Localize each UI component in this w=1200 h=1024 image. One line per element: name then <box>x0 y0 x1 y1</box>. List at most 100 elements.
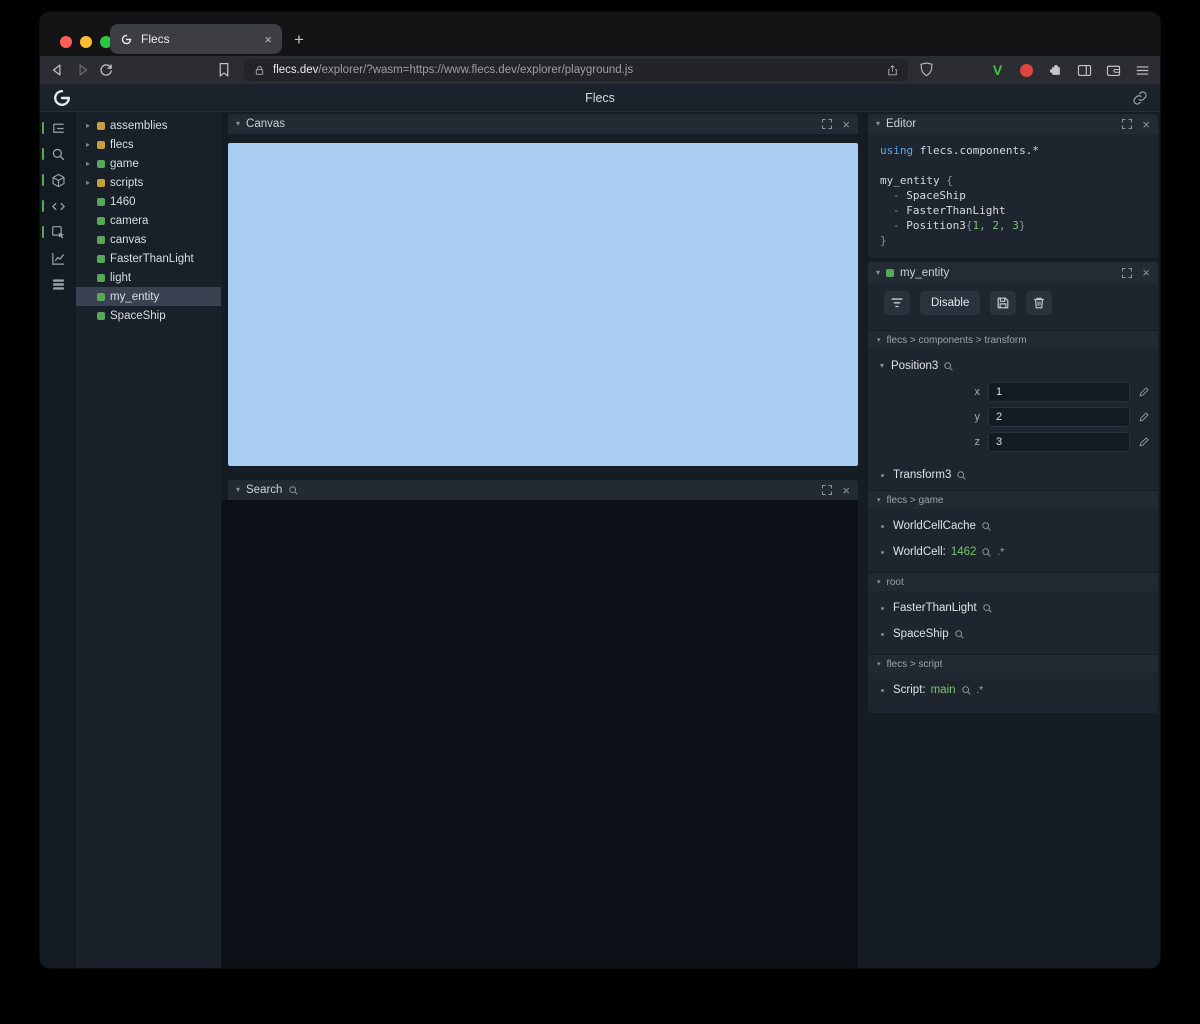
active-indicator <box>42 122 44 134</box>
sidebar-item-inspector[interactable] <box>40 219 76 245</box>
extensions-puzzle-icon[interactable] <box>1047 62 1064 79</box>
active-indicator <box>42 200 44 212</box>
sidebar-item-editor[interactable] <box>40 193 76 219</box>
sidebar-item-stats[interactable] <box>40 271 76 297</box>
disable-button[interactable]: Disable <box>920 291 981 315</box>
component-row-position3[interactable]: ▾ Position3 <box>868 353 1158 379</box>
delete-button[interactable] <box>1026 291 1053 315</box>
editor-content[interactable]: using flecs.components.* my_entity { - S… <box>868 134 1158 258</box>
expand-icon[interactable] <box>1121 267 1133 279</box>
caret-icon[interactable]: ▾ <box>878 362 886 370</box>
tree-item-fasterthanlight[interactable]: FasterThanLight <box>76 249 221 268</box>
share-icon[interactable] <box>886 64 899 77</box>
tree-item-scripts[interactable]: ▸ scripts <box>76 173 221 192</box>
close-icon[interactable]: × <box>842 484 850 497</box>
tab-close-icon[interactable]: × <box>264 33 272 46</box>
v-extension-icon[interactable]: V <box>989 62 1006 79</box>
bookmark-button[interactable] <box>215 61 233 79</box>
section-header-transform[interactable]: ▾ flecs > components > transform <box>868 331 1158 349</box>
component-row-worldcellcache[interactable]: WorldCellCache <box>868 513 1158 539</box>
component-row-transform3[interactable]: Transform3 <box>868 462 1158 488</box>
reload-button[interactable] <box>97 61 115 79</box>
caret-icon[interactable]: ▾ <box>236 120 240 128</box>
sidebar-item-charts[interactable] <box>40 245 76 271</box>
forward-button[interactable] <box>73 61 91 79</box>
search-icon[interactable] <box>961 685 972 696</box>
position3-y-input[interactable] <box>988 406 1130 427</box>
link-icon <box>1132 90 1148 106</box>
canvas-viewport[interactable] <box>228 143 858 466</box>
save-button[interactable] <box>990 291 1017 315</box>
tree-item-spaceship[interactable]: SpaceShip <box>76 306 221 325</box>
new-tab-button[interactable]: + <box>294 31 304 48</box>
close-icon[interactable]: × <box>1142 118 1150 131</box>
search-icon[interactable] <box>954 629 965 640</box>
component-row-spaceship[interactable]: SpaceShip <box>868 621 1158 647</box>
menu-icon[interactable] <box>1134 62 1151 79</box>
forward-icon <box>73 61 91 79</box>
edit-pencil-icon[interactable] <box>1138 385 1151 398</box>
edit-pencil-icon[interactable] <box>1138 435 1151 448</box>
entity-color-dot <box>97 292 105 301</box>
panel-title: Editor <box>886 118 917 130</box>
section-root: ▾ root FasterThanLight SpaceShip <box>868 572 1158 654</box>
sidebar-item-canvas[interactable] <box>40 167 76 193</box>
tree-item-canvas[interactable]: canvas <box>76 230 221 249</box>
code-line: using flecs.components.* <box>880 144 1039 157</box>
caret-icon[interactable]: ▸ <box>84 178 92 187</box>
lock-icon <box>253 64 266 77</box>
sidebar-toggle-icon[interactable] <box>1076 62 1093 79</box>
component-row-worldcell[interactable]: WorldCell: 1462 .* <box>868 539 1158 565</box>
sidebar-item-tree[interactable] <box>40 115 76 141</box>
wallet-icon[interactable] <box>1105 62 1122 79</box>
close-icon[interactable]: × <box>1142 266 1150 279</box>
browser-tab[interactable]: Flecs × <box>110 24 282 54</box>
section-header-game[interactable]: ▾ flecs > game <box>868 491 1158 509</box>
section-header-root[interactable]: ▾ root <box>868 573 1158 591</box>
caret-icon: ▾ <box>877 660 881 668</box>
tree-item-game[interactable]: ▸ game <box>76 154 221 173</box>
back-button[interactable] <box>49 61 67 79</box>
tab-strip: Flecs × + <box>40 12 1160 56</box>
tree-item-flecs[interactable]: ▸ flecs <box>76 135 221 154</box>
search-icon[interactable] <box>956 470 967 481</box>
tree-item-assemblies[interactable]: ▸ assemblies <box>76 116 221 135</box>
field-row-y: y <box>868 404 1158 429</box>
sidebar-item-search[interactable] <box>40 141 76 167</box>
address-bar[interactable]: flecs.dev/explorer/?wasm=https://www.fle… <box>244 59 908 81</box>
caret-icon[interactable]: ▾ <box>876 120 880 128</box>
field-row-x: x <box>868 379 1158 404</box>
tree-item-my-entity[interactable]: my_entity <box>76 287 221 306</box>
expand-icon[interactable] <box>821 484 833 496</box>
tree-item-camera[interactable]: camera <box>76 211 221 230</box>
red-dot-extension-icon[interactable] <box>1018 62 1035 79</box>
search-icon[interactable] <box>982 603 993 614</box>
search-icon[interactable] <box>981 547 992 558</box>
tree-item-light[interactable]: light <box>76 268 221 287</box>
filter-button[interactable] <box>884 291 910 315</box>
edit-pencil-icon[interactable] <box>1138 410 1151 423</box>
search-icon[interactable] <box>981 521 992 532</box>
window-minimize-button[interactable] <box>80 36 92 48</box>
shield-button[interactable] <box>918 61 936 79</box>
position3-z-input[interactable] <box>988 431 1130 452</box>
position3-x-input[interactable] <box>988 381 1130 402</box>
caret-icon[interactable]: ▾ <box>876 268 880 277</box>
tree-item-1460[interactable]: 1460 <box>76 192 221 211</box>
caret-icon[interactable]: ▸ <box>84 121 92 130</box>
expand-icon[interactable] <box>821 118 833 130</box>
section-transform: ▾ flecs > components > transform ▾ Posit… <box>868 330 1158 490</box>
caret-icon[interactable]: ▸ <box>84 159 92 168</box>
search-icon[interactable] <box>943 361 954 372</box>
permalink-button[interactable] <box>1132 90 1148 106</box>
component-row-fasterthanlight[interactable]: FasterThanLight <box>868 595 1158 621</box>
caret-icon[interactable]: ▾ <box>236 486 240 494</box>
panel-title: Canvas <box>246 118 286 130</box>
expand-icon[interactable] <box>1121 118 1133 130</box>
caret-icon[interactable]: ▸ <box>84 140 92 149</box>
close-icon[interactable]: × <box>842 118 850 131</box>
section-header-script[interactable]: ▾ flecs > script <box>868 655 1158 673</box>
component-row-script[interactable]: Script: main .* <box>868 677 1158 703</box>
window-close-button[interactable] <box>60 36 72 48</box>
page-title: Flecs <box>585 91 615 105</box>
